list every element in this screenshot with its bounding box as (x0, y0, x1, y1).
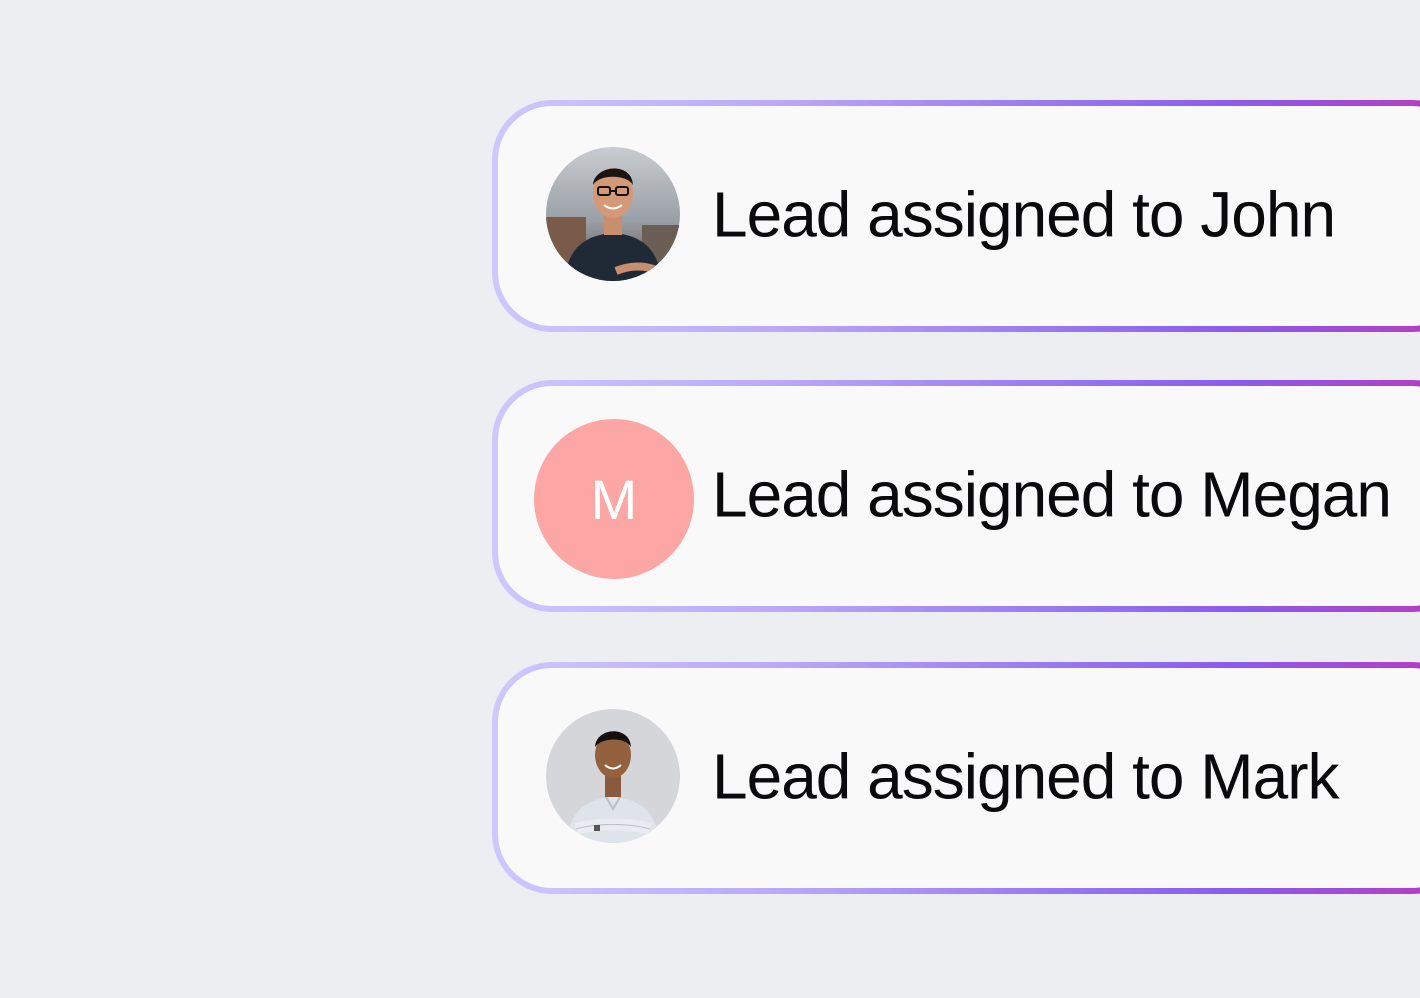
notification-card-john[interactable]: Lead assigned to John (492, 100, 1420, 332)
person-photo-icon (546, 709, 680, 843)
notification-list: Lead assigned to John M Lead assigned to… (0, 0, 1420, 998)
notification-card-body: M Lead assigned to Megan (498, 386, 1420, 606)
john-avatar-photo (546, 147, 680, 281)
mark-avatar-photo (546, 709, 680, 843)
notification-card-megan[interactable]: M Lead assigned to Megan (492, 380, 1420, 612)
person-photo-icon (546, 147, 680, 281)
notification-card-body: Lead assigned to John (498, 106, 1420, 326)
notification-card-body: Lead assigned to Mark (498, 668, 1420, 888)
megan-initial-avatar: M (534, 419, 694, 579)
notification-text: Lead assigned to John (712, 178, 1336, 251)
notification-text: Lead assigned to Mark (712, 740, 1339, 813)
notification-text: Lead assigned to Megan (712, 458, 1392, 531)
notification-card-mark[interactable]: Lead assigned to Mark (492, 662, 1420, 894)
